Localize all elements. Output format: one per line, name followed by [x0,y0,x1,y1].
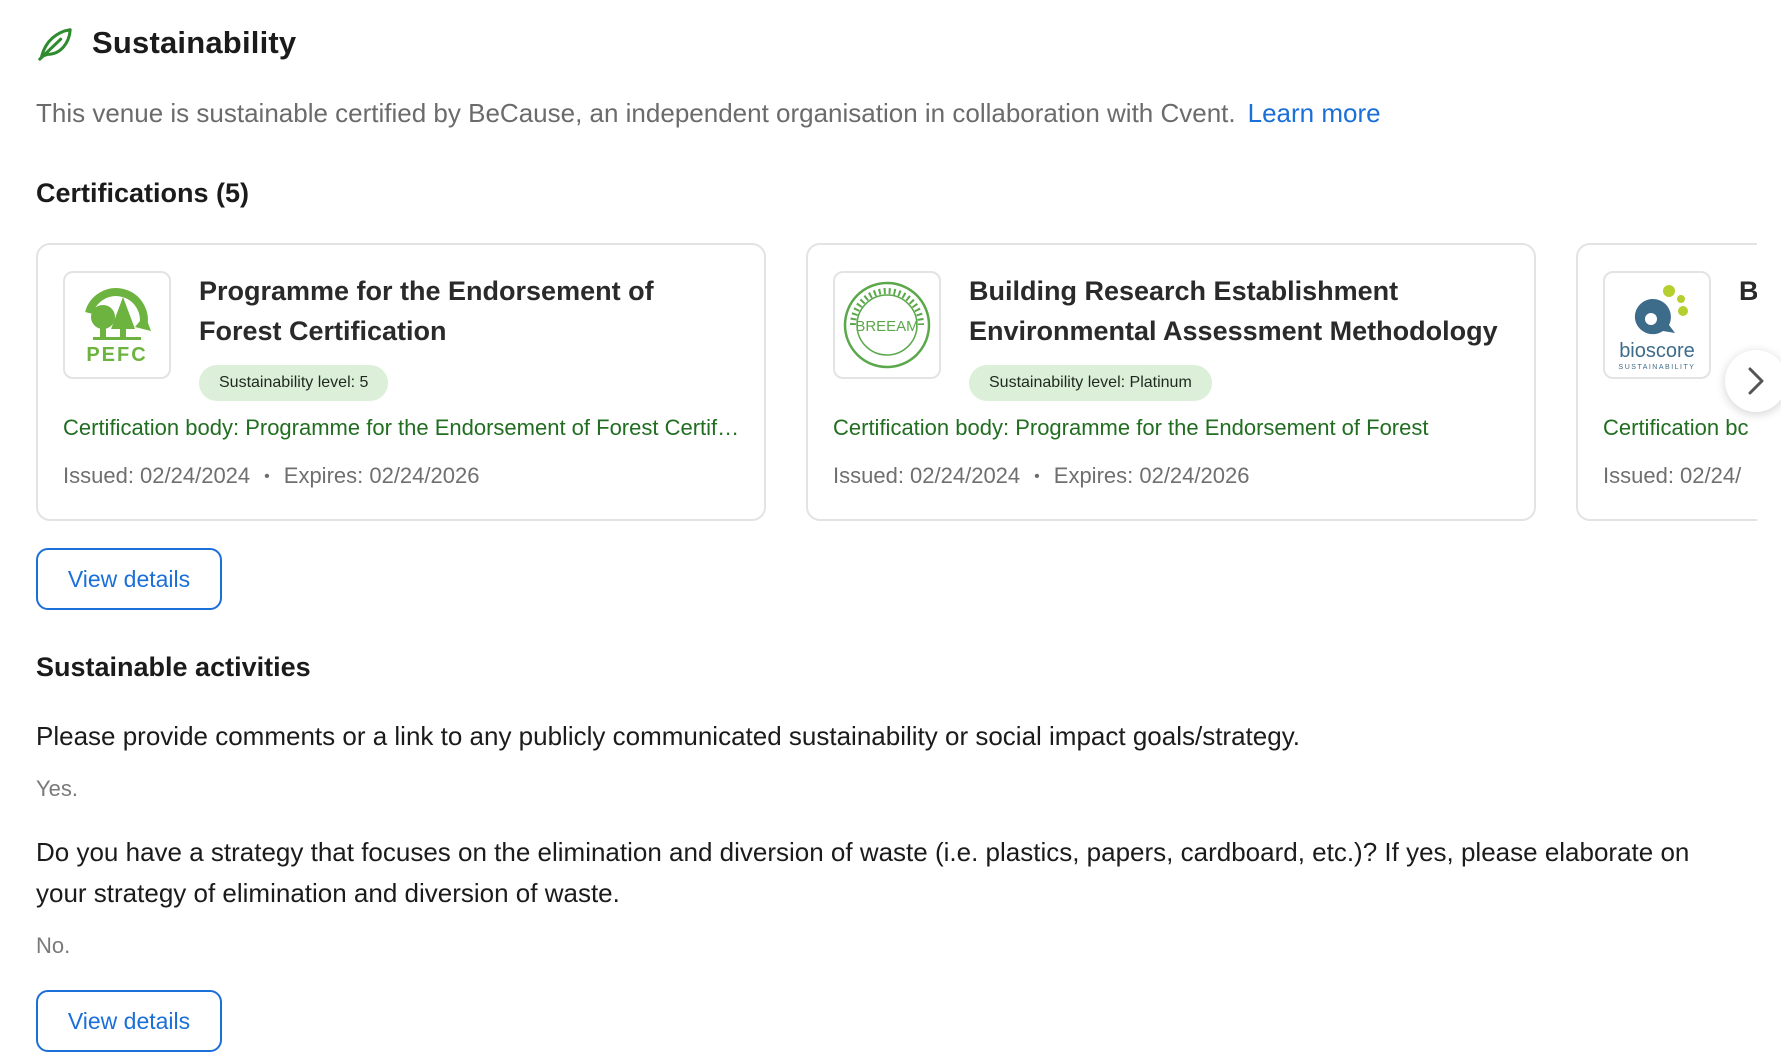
certification-dates: Issued: 02/24/ [1603,463,1741,489]
certification-body: Certification body: Programme for the En… [833,415,1429,440]
certification-card[interactable]: BREEAM Building Research Establishment E… [806,243,1536,521]
bioscore-logo-text: bioscore [1619,340,1695,362]
expires-date: Expires: 02/24/2026 [283,463,480,488]
certification-body: Certification bc [1603,415,1749,440]
certifications-heading: Certifications (5) [36,178,250,208]
breeam-logo-text: BREEAM [855,318,918,335]
pefc-logo-text: PEFC [86,344,147,366]
certification-title: Building Research Establishment Environm… [969,276,1498,346]
sustainability-level-badge: Sustainability level: 5 [199,365,389,401]
certification-card[interactable]: PEFC Programme for the Endorsement of Fo… [36,243,766,521]
certification-dates: Issued: 02/24/2024 • Expires: 02/24/2026 [833,463,1249,489]
activity-question: Please provide comments or a link to any… [36,721,1300,751]
page-title: Sustainability [92,25,297,60]
learn-more-link[interactable]: Learn more [1248,98,1381,128]
pefc-logo: PEFC [63,271,171,379]
section-header: Sustainability [36,24,296,62]
view-activities-details-button[interactable]: View details [36,990,222,1052]
certifications-carousel: PEFC Programme for the Endorsement of Fo… [36,243,1757,521]
certification-dates: Issued: 02/24/2024 • Expires: 02/24/2026 [63,463,479,489]
issued-date: Issued: 02/24/ [1603,463,1742,488]
leaf-icon [38,28,72,61]
intro-description: This venue is sustainable certified by B… [36,98,1236,128]
view-certifications-details-button[interactable]: View details [36,548,222,610]
intro-text: This venue is sustainable certified by B… [36,98,1381,129]
certification-body: Certification body: Programme for the En… [63,415,743,440]
issued-date: Issued: 02/24/2024 [63,463,251,488]
separator-dot: • [264,468,270,485]
activities-heading: Sustainable activities [36,652,311,682]
certification-title: B [1739,276,1757,306]
breeam-logo: BREEAM [833,271,941,379]
bioscore-logo: bioscore SUSTAINABILITY [1603,271,1711,379]
issued-date: Issued: 02/24/2024 [833,463,1021,488]
activity-answer: Yes. [36,776,79,801]
activity-answer: No. [36,933,71,958]
certification-title: Programme for the Endorsement of Forest … [199,276,654,346]
separator-dot: • [1034,468,1040,485]
activity-question: Do you have a strategy that focuses on t… [36,837,1690,908]
pefc-logo-graphic: PEFC [85,288,151,366]
sustainability-page: Sustainability This venue is sustainable… [0,0,1781,1063]
bioscore-logo-subtext: SUSTAINABILITY [1619,364,1696,371]
breeam-logo-graphic: BREEAM [843,281,931,369]
carousel-next-button[interactable] [1725,350,1781,412]
chevron-right-icon [1748,367,1764,395]
expires-date: Expires: 02/24/2026 [1053,463,1250,488]
sustainability-level-badge: Sustainability level: Platinum [969,365,1212,401]
bioscore-logo-graphic: bioscore SUSTAINABILITY [1619,285,1696,371]
